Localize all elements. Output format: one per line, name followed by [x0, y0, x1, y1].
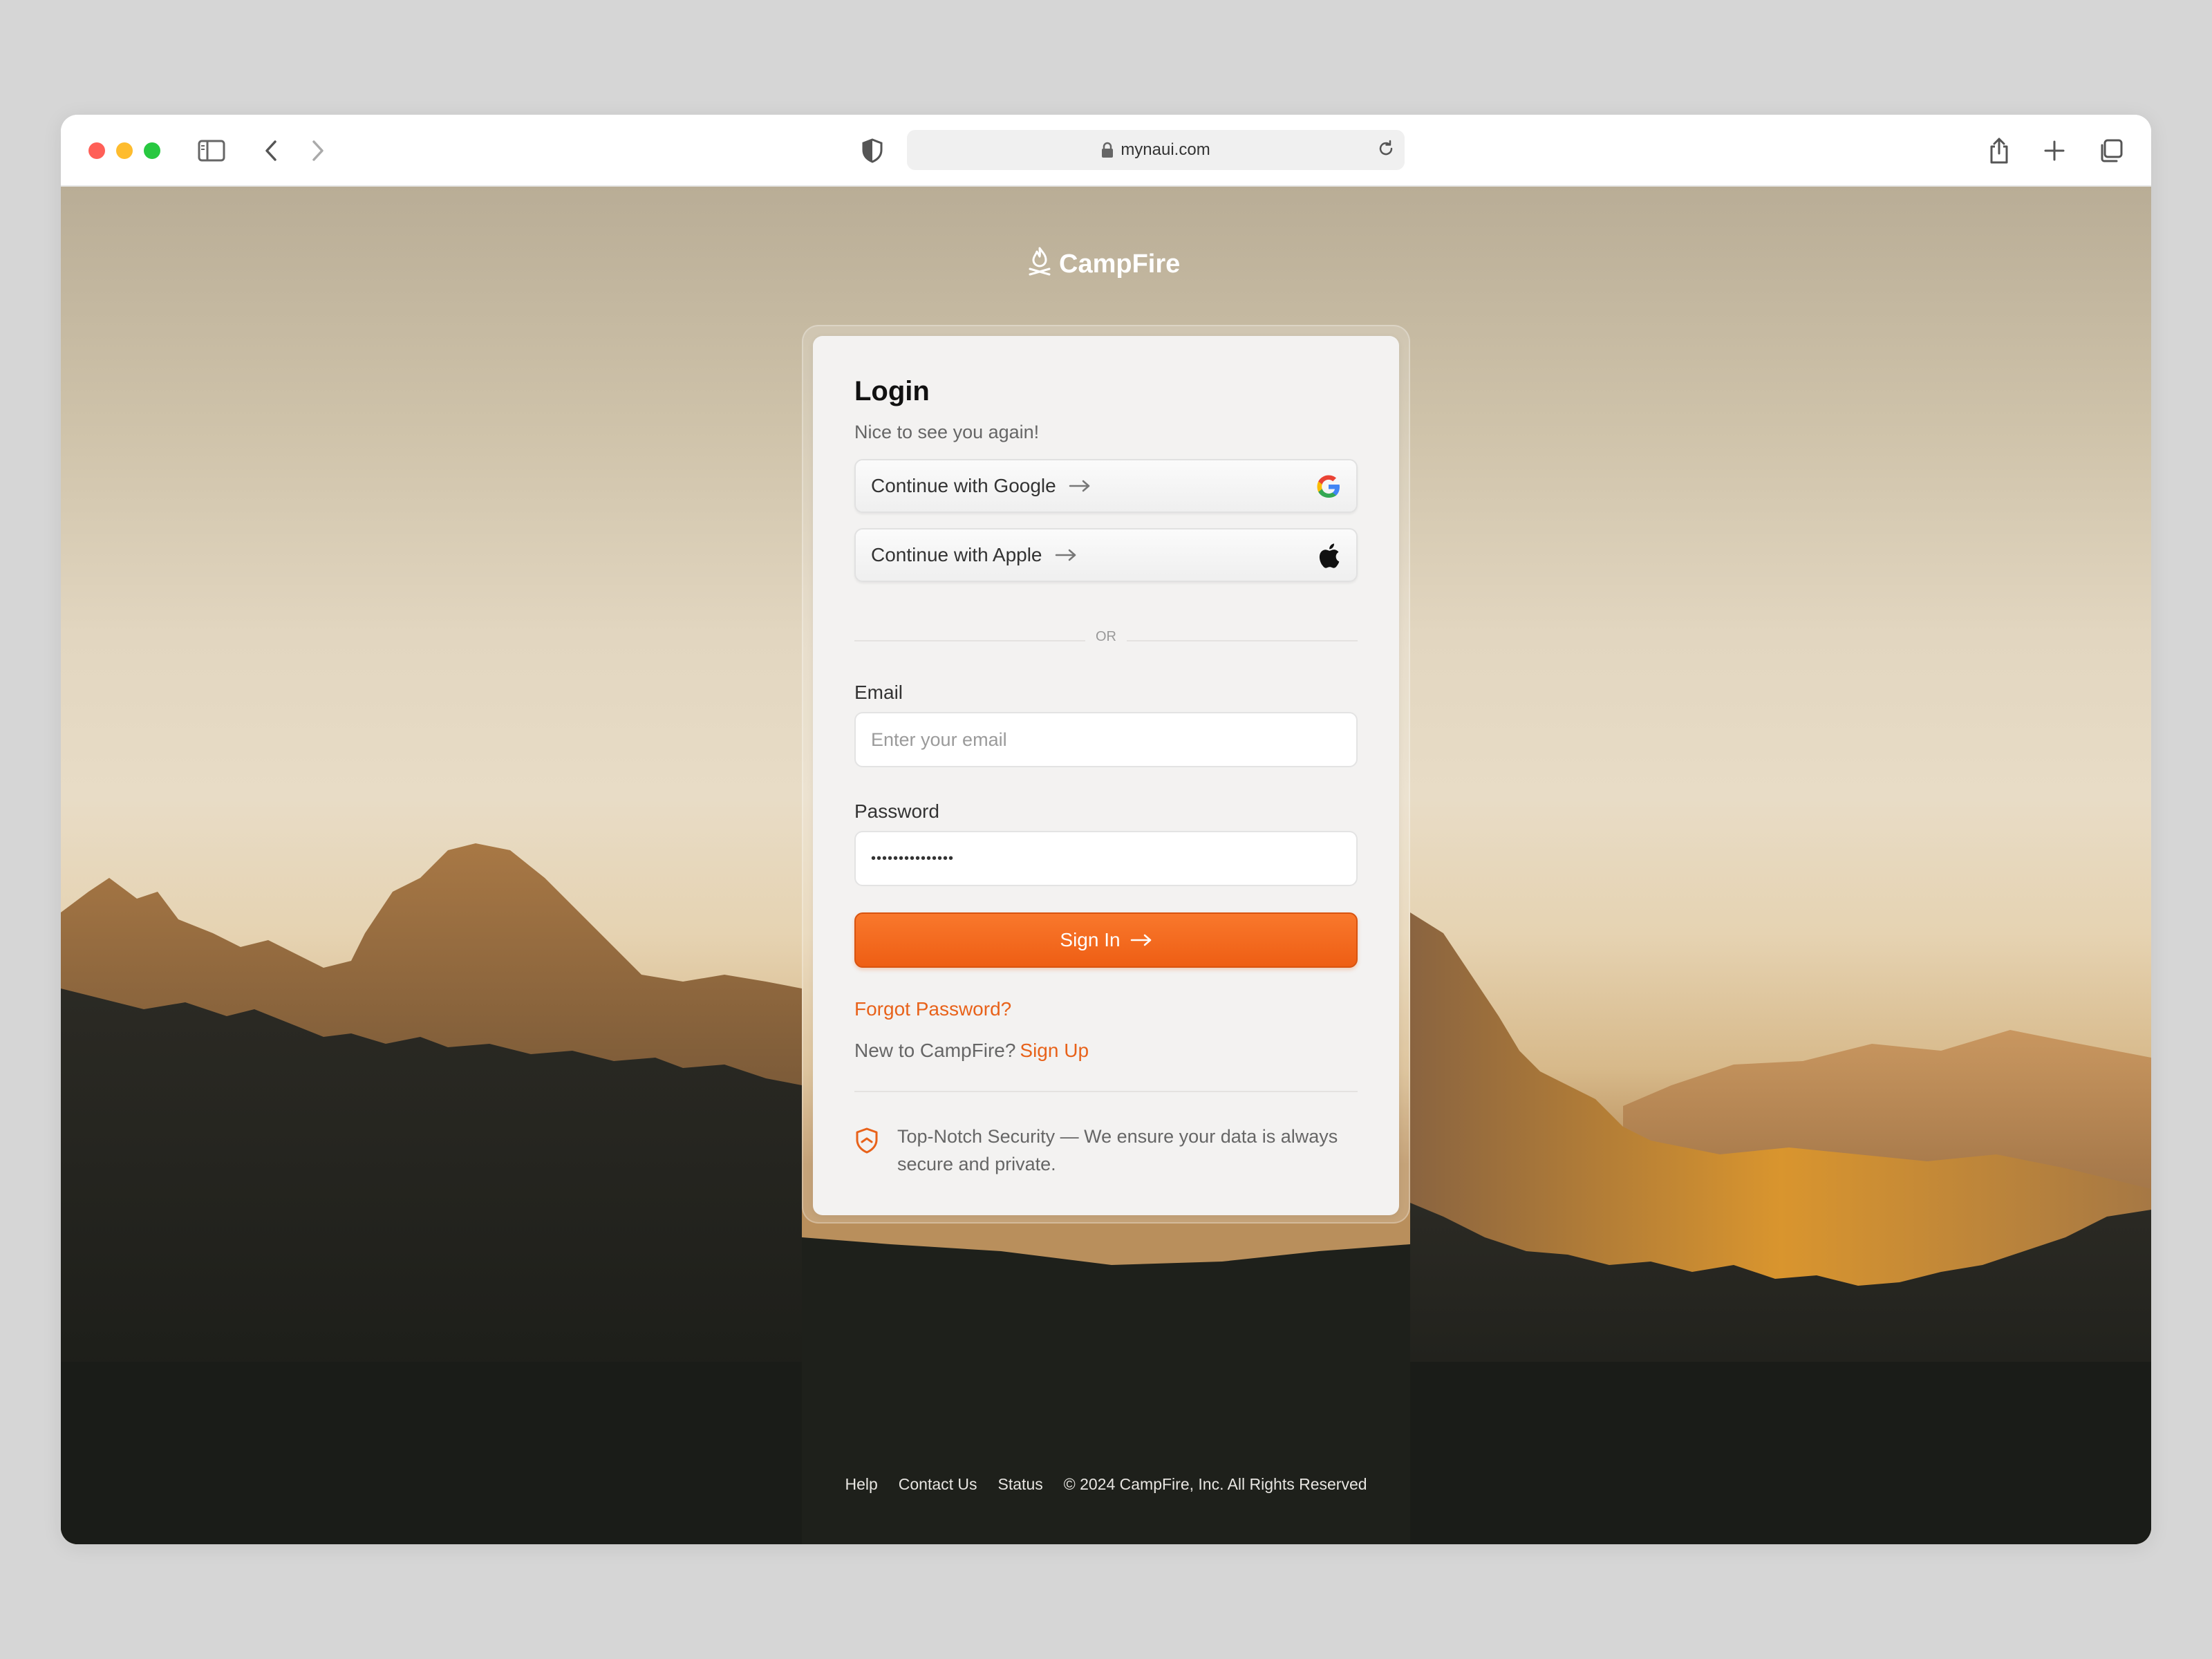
- arrow-right-icon: [1055, 548, 1077, 562]
- minimize-window-button[interactable]: [116, 142, 133, 159]
- brand-name: CampFire: [1059, 249, 1181, 279]
- security-text: Top-Notch Security — We ensure your data…: [897, 1126, 1338, 1174]
- login-subtitle: Nice to see you again!: [854, 422, 1040, 442]
- email-label: Email: [854, 682, 903, 703]
- campfire-icon: [1026, 245, 1053, 283]
- zoom-window-button[interactable]: [144, 142, 160, 159]
- section-divider: [854, 1091, 1358, 1092]
- apple-button-label: Continue with Apple: [871, 544, 1042, 565]
- reload-icon[interactable]: [1376, 138, 1396, 164]
- tabs-overview-icon[interactable]: [2094, 134, 2128, 167]
- new-to-label: New to CampFire?: [854, 1040, 1016, 1061]
- footer-help-link[interactable]: Help: [845, 1475, 877, 1494]
- password-value: •••••••••••••••: [871, 850, 955, 866]
- apple-icon: [1315, 542, 1342, 570]
- page-content: CampFire Login Nice to see you again! Co…: [61, 187, 2151, 1544]
- forward-icon[interactable]: [301, 134, 335, 167]
- browser-window: mynaui.com CampFire Login Nice to see yo…: [61, 115, 2151, 1544]
- login-card: Login Nice to see you again! Continue wi…: [813, 336, 1399, 1215]
- continue-with-apple-button[interactable]: Continue with Apple: [854, 528, 1358, 582]
- arrow-right-icon: [1130, 933, 1152, 947]
- new-tab-icon[interactable]: [2038, 134, 2071, 167]
- address-bar[interactable]: mynaui.com: [907, 130, 1405, 170]
- browser-toolbar: mynaui.com: [61, 115, 2151, 187]
- signup-prompt: New to CampFire? Sign Up: [854, 1040, 1089, 1062]
- sidebar-icon[interactable]: [195, 134, 228, 167]
- sign-up-link[interactable]: Sign Up: [1020, 1040, 1089, 1061]
- footer: Help Contact Us Status © 2024 CampFire, …: [61, 1475, 2151, 1494]
- continue-with-google-button[interactable]: Continue with Google: [854, 459, 1358, 513]
- brand-logo[interactable]: CampFire: [1026, 243, 1180, 285]
- footer-copyright: © 2024 CampFire, Inc. All Rights Reserve…: [1063, 1475, 1367, 1493]
- lock-icon: [1101, 142, 1114, 158]
- password-label: Password: [854, 800, 939, 822]
- google-icon: [1315, 473, 1342, 500]
- security-note: Top-Notch Security — We ensure your data…: [854, 1123, 1358, 1178]
- close-window-button[interactable]: [88, 142, 105, 159]
- password-input[interactable]: •••••••••••••••: [854, 831, 1358, 886]
- or-label: OR: [1085, 629, 1127, 645]
- privacy-shield-icon[interactable]: [856, 134, 889, 167]
- email-input[interactable]: [854, 712, 1358, 767]
- login-title: Login: [854, 376, 930, 406]
- footer-contact-link[interactable]: Contact Us: [899, 1475, 977, 1494]
- url-text: mynaui.com: [1121, 140, 1210, 159]
- arrow-right-icon: [1069, 479, 1091, 493]
- footer-status-link[interactable]: Status: [998, 1475, 1043, 1494]
- google-button-label: Continue with Google: [871, 475, 1056, 496]
- back-icon[interactable]: [254, 134, 288, 167]
- share-icon[interactable]: [1983, 134, 2016, 167]
- sign-in-button[interactable]: Sign In: [854, 912, 1358, 968]
- forgot-password-link[interactable]: Forgot Password?: [854, 998, 1011, 1020]
- sign-in-label: Sign In: [1060, 929, 1121, 950]
- shield-icon: [854, 1123, 883, 1178]
